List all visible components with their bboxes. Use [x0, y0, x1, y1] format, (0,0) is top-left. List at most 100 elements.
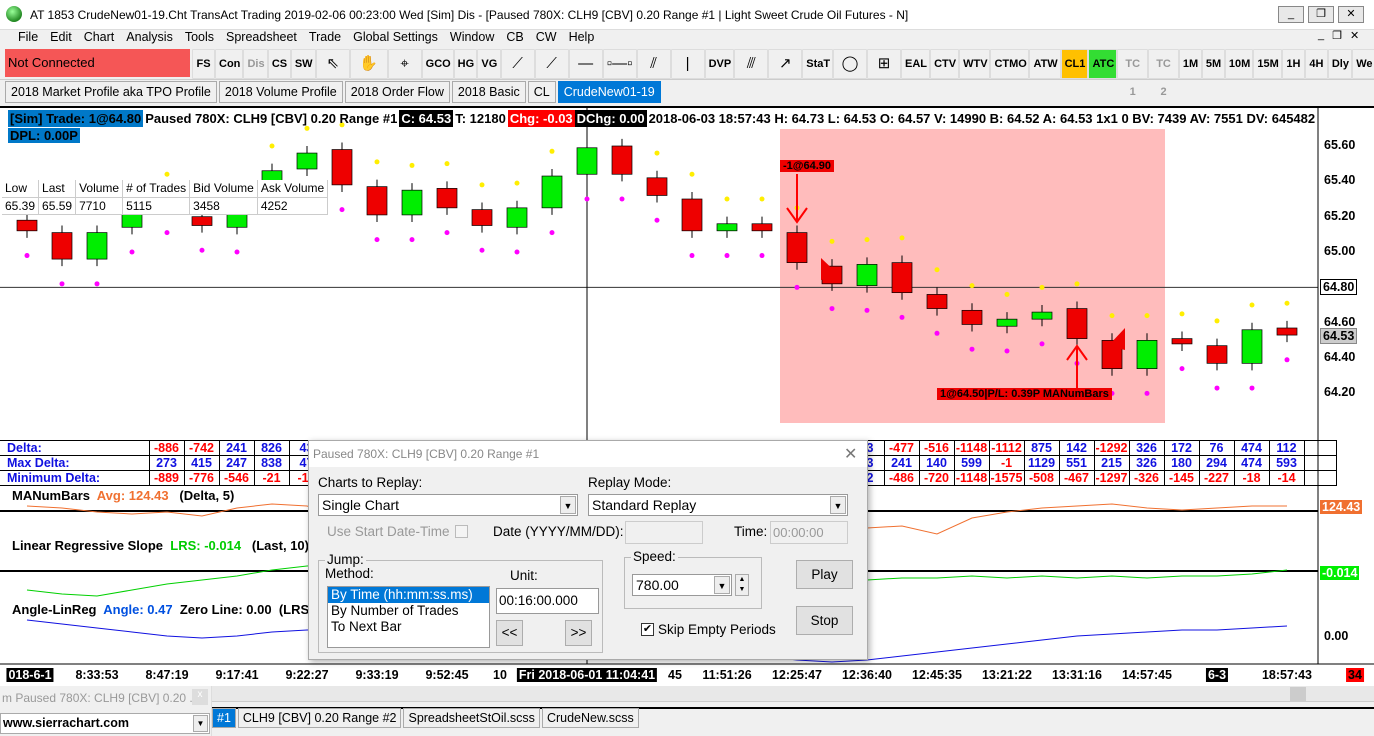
method-option[interactable]: By Time (hh:mm:ss.ms)	[328, 587, 489, 603]
toolbar-button-hg[interactable]: HG	[453, 49, 478, 79]
ellipse-icon[interactable]: ◯	[833, 49, 868, 79]
menu-file[interactable]: File	[12, 28, 44, 46]
hand-pan-icon[interactable]: ✋✥	[349, 49, 388, 100]
toolbar-button-atw[interactable]: ATW	[1029, 49, 1061, 79]
menu-chart[interactable]: Chart	[78, 28, 121, 46]
method-label: Method:	[325, 566, 374, 581]
chart-tab[interactable]: 2018 Basic	[451, 81, 526, 103]
toolbar-button-15m[interactable]: 15M	[1253, 49, 1282, 79]
toolbar-button-tc2[interactable]: TC 2	[1148, 49, 1179, 98]
close-button[interactable]: ✕	[1338, 6, 1364, 23]
jump-forward-button[interactable]: >>	[565, 620, 592, 646]
lower-band-dot	[864, 307, 870, 313]
chart-window-tab[interactable]: #1	[212, 708, 236, 728]
date-input[interactable]	[625, 521, 703, 544]
chart-window-tab[interactable]: CLH9 [CBV] 0.20 Range #2	[237, 708, 402, 728]
stats-header: Last	[38, 180, 77, 198]
arrow-icon[interactable]: ↗	[768, 49, 803, 79]
toolbar-button-4h[interactable]: 4H	[1304, 49, 1328, 79]
menu-edit[interactable]: Edit	[44, 28, 78, 46]
chart-tab[interactable]: 2018 Market Profile aka TPO Profile	[5, 81, 217, 103]
toolbar-button-cs[interactable]: CS	[267, 49, 291, 79]
chart-tab[interactable]: CrudeNew01-19	[557, 81, 661, 103]
fibonacci-icon[interactable]: ⫽	[636, 49, 671, 79]
menu-help[interactable]: Help	[563, 28, 601, 46]
toolbar-button-5m[interactable]: 5M	[1201, 49, 1225, 79]
url-select[interactable]: www.sierrachart.com ▼	[0, 713, 210, 734]
chart-window-tab[interactable]: SpreadsheetStOil.scss	[403, 708, 540, 728]
speed-spinner[interactable]: ▲ ▼	[735, 574, 749, 596]
menu-global-settings[interactable]: Global Settings	[347, 28, 444, 46]
method-list[interactable]: By Time (hh:mm:ss.ms) By Number of Trade…	[327, 586, 490, 648]
horizontal-line-icon[interactable]: —	[568, 49, 603, 79]
stop-button[interactable]: Stop	[796, 606, 853, 635]
toolbar-button-we[interactable]: We	[1352, 49, 1374, 79]
lower-band-dot	[829, 306, 835, 312]
toolbar-button-dis[interactable]: Dis	[243, 49, 268, 79]
crosshair-icon[interactable]: ⌖	[387, 49, 422, 79]
toolbar-button-1m[interactable]: 1M	[1178, 49, 1202, 79]
line-tool-icon[interactable]: ⟋	[500, 49, 535, 79]
time-tick: 13:31:16	[1051, 668, 1103, 682]
scrollbar-thumb[interactable]	[1290, 687, 1306, 701]
toolbar-button-wtv[interactable]: WTV	[959, 49, 991, 79]
toolbar-button-ctmo[interactable]: CTMO	[990, 49, 1030, 79]
charts-to-replay-select[interactable]: Single Chart ▼	[318, 494, 578, 516]
time-input[interactable]: 00:00:00	[770, 521, 848, 544]
speed-select[interactable]: 780.00 ▼	[632, 574, 732, 596]
method-option[interactable]: By Number of Trades	[328, 603, 489, 619]
restore-button[interactable]: ❐	[1308, 6, 1334, 23]
menu-spreadsheet[interactable]: Spreadsheet	[220, 28, 303, 46]
chart-tab[interactable]: 2018 Volume Profile	[218, 81, 343, 103]
candle	[961, 309, 983, 325]
menu-cw[interactable]: CW	[530, 28, 563, 46]
child-minimize-button[interactable]: _	[1318, 29, 1324, 42]
menu-analysis[interactable]: Analysis	[120, 28, 179, 46]
ray-tool-icon[interactable]: ⟋	[534, 49, 569, 79]
replay-mode-select[interactable]: Standard Replay ▼	[588, 494, 848, 516]
unit-input[interactable]: 00:16:00.000	[496, 588, 599, 614]
menu-trade[interactable]: Trade	[303, 28, 347, 46]
method-option[interactable]: To Next Bar	[328, 619, 489, 635]
play-button[interactable]: Play	[796, 560, 853, 589]
menu-cb[interactable]: CB	[500, 28, 529, 46]
chart-window-tab[interactable]: CrudeNew.scss	[541, 708, 639, 728]
toolbar-button-eal[interactable]: EAL	[901, 49, 931, 79]
calculator-icon[interactable]: ⊞	[867, 49, 902, 79]
chart-tab[interactable]: CL	[527, 81, 556, 103]
toolbar-button-sw[interactable]: SW	[290, 49, 316, 79]
vertical-line-icon[interactable]: |	[670, 49, 705, 79]
connection-status[interactable]: Not Connected	[5, 49, 190, 77]
toolbar-button-cl1[interactable]: CL1	[1060, 49, 1089, 79]
toolbar-button-tc1[interactable]: TC 1	[1117, 49, 1149, 98]
skip-empty-checkbox[interactable]: ✔	[641, 623, 654, 636]
toolbar-button-dvp[interactable]: DVP	[704, 49, 735, 79]
speed-group: Speed: 780.00 ▼ ▲ ▼	[624, 549, 762, 609]
delta-row-label: Max Delta:	[0, 455, 150, 471]
dialog-close-button[interactable]: ✕	[844, 444, 857, 464]
toolbar-button-fs[interactable]: FS	[192, 49, 215, 79]
delta-cell: 1129	[1024, 455, 1060, 471]
toolbar-button-atc[interactable]: ATC	[1088, 49, 1118, 79]
menu-window[interactable]: Window	[444, 28, 500, 46]
toolbar-button-10m[interactable]: 10M	[1224, 49, 1254, 79]
toolbar-button-dly[interactable]: Dly	[1327, 49, 1353, 79]
mini-close-button[interactable]: x	[192, 689, 208, 705]
use-start-checkbox[interactable]	[455, 525, 468, 538]
pointer-icon[interactable]: ⇖	[315, 49, 350, 79]
menu-tools[interactable]: Tools	[179, 28, 220, 46]
toolbar-button-stat[interactable]: StaT	[802, 49, 834, 79]
toolbar-button-gco[interactable]: GCO	[421, 49, 454, 79]
toolbar-button-vg[interactable]: VG	[477, 49, 501, 79]
toolbar-button-1h[interactable]: 1H	[1281, 49, 1305, 79]
jump-back-button[interactable]: <<	[496, 620, 523, 646]
chart-tab[interactable]: 2018 Order Flow	[344, 81, 450, 103]
child-close-button[interactable]: ✕	[1350, 29, 1359, 42]
channel-icon[interactable]: ⫻	[734, 49, 769, 79]
child-restore-button[interactable]: ❐	[1332, 29, 1342, 42]
candle	[1031, 311, 1053, 320]
toolbar-button-ctv[interactable]: CTV	[930, 49, 960, 79]
segment-icon[interactable]: ▫—▫	[602, 49, 637, 79]
toolbar-button-con[interactable]: Con	[215, 49, 244, 79]
minimize-button[interactable]: _	[1278, 6, 1304, 23]
